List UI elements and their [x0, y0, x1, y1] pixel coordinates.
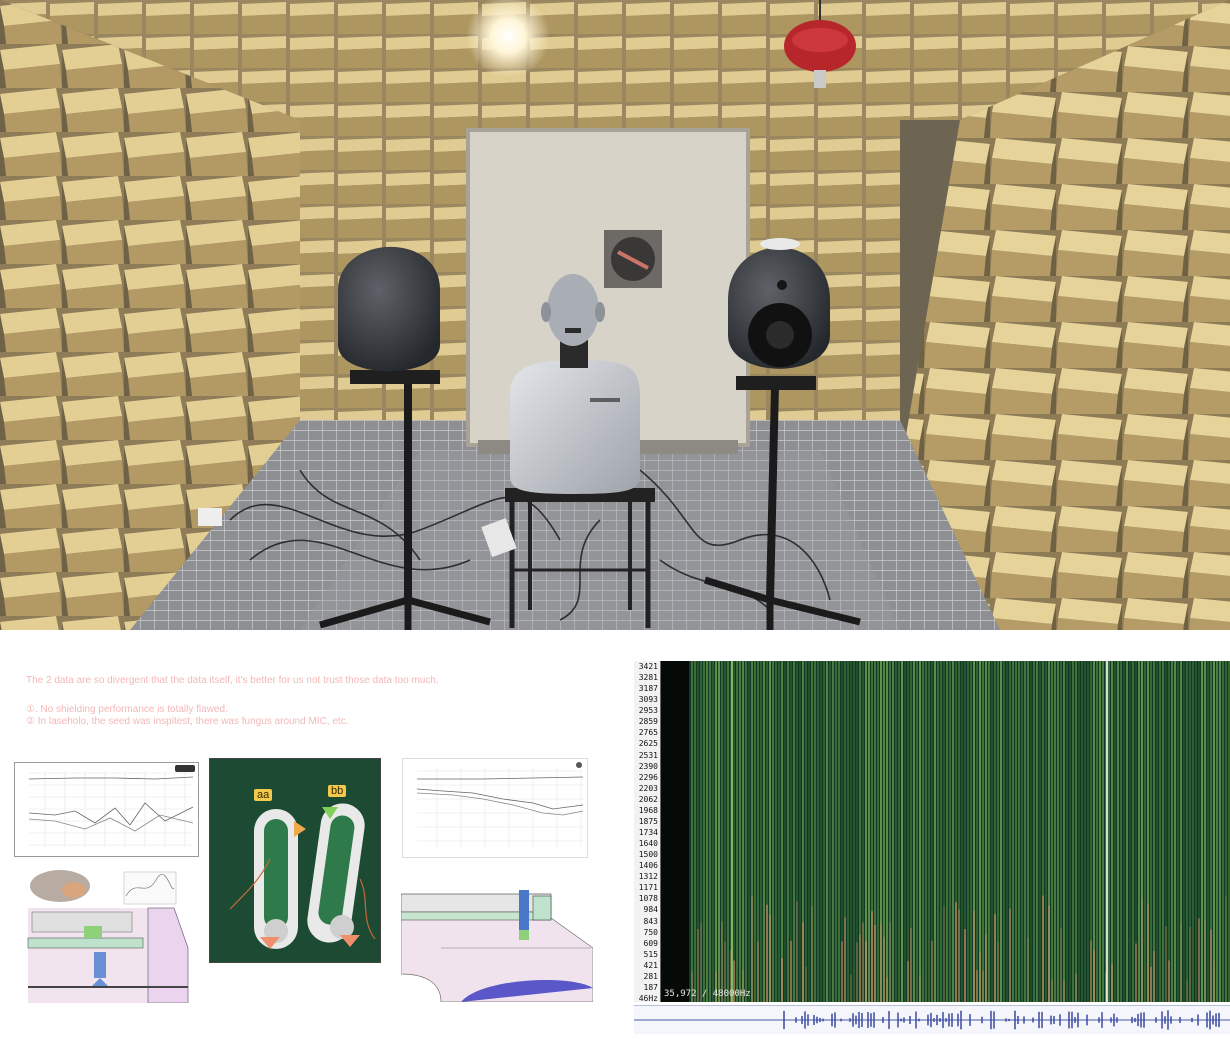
note-line-1: The 2 data are so divergent that the dat…: [26, 675, 439, 686]
note-line-3: ② In laseholo, the seed was inspitest, t…: [26, 716, 349, 727]
frequency-tick-label: 2390: [638, 761, 658, 771]
frequency-tick-label: 3421: [638, 662, 658, 671]
frequency-tick-label: 2296: [638, 772, 658, 782]
frequency-tick-label: 843: [643, 916, 658, 926]
waveform-trace: [634, 1010, 1230, 1030]
frequency-tick-label: 1500: [638, 850, 658, 860]
frequency-response-chart-a: [14, 762, 199, 857]
frequency-response-chart-b: [402, 758, 588, 858]
frequency-tick-label: 3093: [638, 695, 658, 705]
frequency-tick-label: 515: [643, 949, 658, 959]
earbud-section-drawing-large: [400, 888, 594, 1003]
note-line-2: ①. No shielding performance is totally f…: [26, 704, 228, 715]
anechoic-chamber-photo: [0, 0, 1230, 630]
frequency-tick-label: 1640: [638, 839, 658, 849]
earbud-section-drawing-small: [26, 868, 191, 1004]
frequency-tick-label: 1171: [638, 883, 658, 893]
frequency-tick-label: 1875: [638, 816, 658, 826]
spectrogram[interactable]: 3421 3281 3187 3093 2953 2859 2765 2625 2531 2390…: [634, 661, 1230, 1002]
frequency-tick-label: 2203: [638, 783, 658, 793]
wall-outlet: [198, 508, 222, 526]
frequency-tick-label: 1312: [638, 872, 658, 882]
frequency-tick-label: 3187: [638, 684, 658, 694]
earbud-assembly-photo: aa bb: [209, 758, 381, 963]
frequency-tick-label: 2953: [638, 706, 658, 716]
frequency-tick-label: 2765: [638, 728, 658, 738]
frequency-tick-label: 3281: [638, 673, 658, 683]
frequency-tick-label: 187: [643, 982, 658, 992]
label-bb: bb: [328, 785, 347, 797]
earbud-part-left: [254, 809, 298, 949]
frequency-tick-label: 46Hz: [638, 994, 658, 1003]
label-aa: aa: [254, 789, 273, 801]
frequency-tick-label: 1078: [638, 894, 658, 904]
spectrogram-image: [661, 661, 1230, 1002]
frequency-tick-label: 2625: [638, 739, 658, 749]
frequency-tick-label: 2531: [638, 750, 658, 760]
frequency-tick-label: 1968: [638, 805, 658, 815]
frequency-tick-label: 750: [643, 927, 658, 937]
waveform[interactable]: [634, 1005, 1230, 1034]
frequency-axis: 3421 3281 3187 3093 2953 2859 2765 2625 2531 2390…: [634, 661, 661, 1002]
frequency-tick-label: 421: [643, 960, 658, 970]
frequency-tick-label: 2859: [638, 717, 658, 727]
cursor-readout: 35,972 / 48000Hz: [664, 989, 751, 999]
frequency-tick-label: 1406: [638, 861, 658, 871]
frequency-tick-label: 2062: [638, 794, 658, 804]
frequency-tick-label: 609: [643, 938, 658, 948]
frequency-tick-label: 281: [643, 971, 658, 981]
frequency-tick-label: 984: [643, 905, 658, 915]
frequency-tick-label: 1734: [638, 828, 658, 837]
